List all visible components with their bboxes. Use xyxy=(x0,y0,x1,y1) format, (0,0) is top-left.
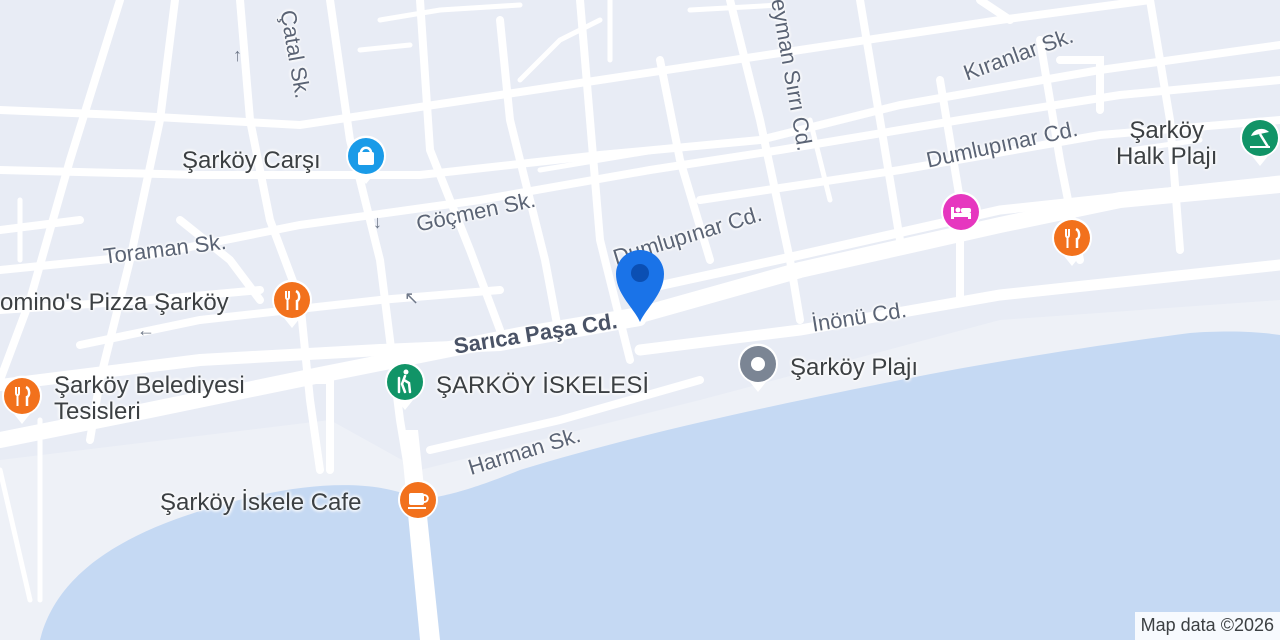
poi-pin-sarkoy-carsi[interactable] xyxy=(344,134,388,186)
poi-pin-hotel[interactable] xyxy=(939,190,983,242)
location-marker-icon[interactable] xyxy=(612,246,668,324)
poi-pin-dominos-pizza[interactable] xyxy=(270,278,314,330)
poi-label-belediye-tesisleri[interactable]: Şarköy Belediyesi Tesisleri xyxy=(54,373,245,425)
shopping-bag-icon xyxy=(358,146,374,165)
location-dot-icon xyxy=(751,357,765,371)
hiker-icon xyxy=(397,369,412,394)
fork-knife-icon xyxy=(15,385,31,406)
poi-pin-belediye-tesisleri[interactable] xyxy=(0,374,44,426)
poi-pin-restaurant-east[interactable] xyxy=(1050,216,1094,268)
map-attribution: Map data ©2026 xyxy=(1134,612,1280,640)
one-way-arrow-icon: ← xyxy=(137,320,155,340)
one-way-arrow-icon: ↖ xyxy=(404,288,420,308)
fork-knife-icon xyxy=(1065,227,1081,248)
poi-label-sarkoy-carsi[interactable]: Şarköy Carşı xyxy=(182,148,321,174)
poi-pin-sarkoy-plaji[interactable] xyxy=(736,342,780,394)
poi-label-sarkoy-plaji[interactable]: Şarköy Plajı xyxy=(790,355,918,381)
one-way-arrow-icon: ↓ xyxy=(373,212,382,232)
poi-pin-sarkoy-iskelesi[interactable] xyxy=(383,360,427,412)
poi-label-dominos-pizza[interactable]: omino's Pizza Şarköy xyxy=(0,290,229,316)
poi-label-line-1: Şarköy xyxy=(1129,117,1205,144)
beach-umbrella-icon xyxy=(1250,128,1270,148)
poi-label-iskele-cafe[interactable]: Şarköy İskele Cafe xyxy=(160,490,361,516)
poi-label-sarkoy-iskelesi[interactable]: ŞARKÖY İSKELESİ xyxy=(436,373,649,399)
poi-label-line-1: Şarköy Belediyesi xyxy=(54,372,245,399)
poi-label-sarkoy-halk-plaji[interactable]: Şarköy Halk Plajı xyxy=(1116,118,1217,170)
map-canvas[interactable]: Çatal Sk. leyman Sırrı Cd. Kıranlar Sk. … xyxy=(0,0,1280,640)
coffee-cup-icon xyxy=(408,493,429,509)
poi-pin-iskele-cafe[interactable] xyxy=(396,478,440,530)
poi-label-line-2: Halk Plajı xyxy=(1116,143,1218,170)
bed-icon xyxy=(951,207,971,219)
poi-pin-sarkoy-halk-plaji[interactable] xyxy=(1238,116,1280,168)
fork-knife-icon xyxy=(285,289,301,310)
poi-label-line-2: Tesisleri xyxy=(54,398,141,425)
one-way-arrow-icon: ↑ xyxy=(233,45,242,65)
